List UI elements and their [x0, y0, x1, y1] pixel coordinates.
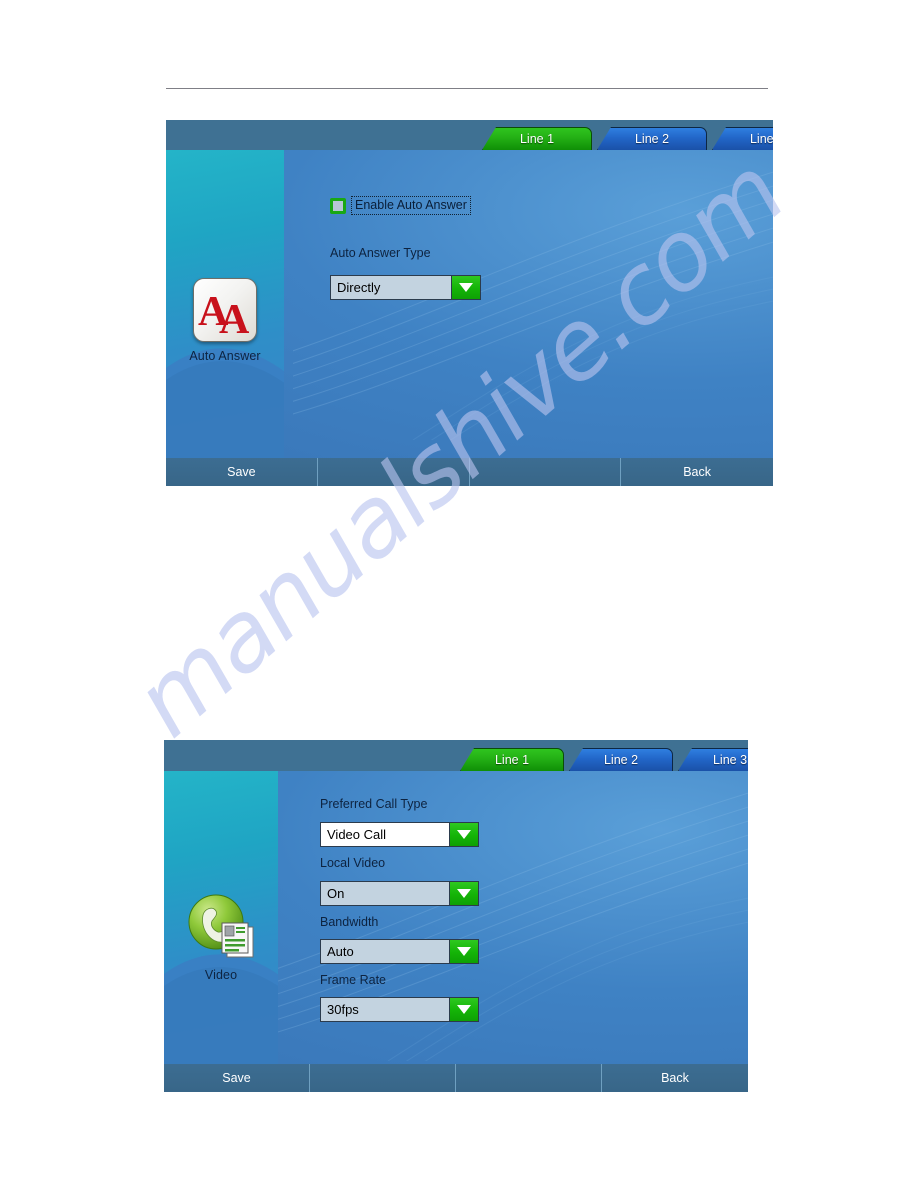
auto-answer-type-label: Auto Answer Type: [330, 246, 431, 260]
tab-notch: [597, 127, 609, 150]
tab-notch: [569, 748, 581, 771]
tab-label: Line 3: [749, 132, 773, 146]
local-video-label: Local Video: [320, 856, 386, 870]
tab-notch: [460, 748, 472, 771]
tab-bar: Line 1 Line 2 Line 3 Line 4: [166, 120, 773, 150]
frame-rate-value: 30fps: [327, 1002, 359, 1017]
screen-body: A A Auto Answer Enable Auto Answer Auto …: [166, 150, 773, 458]
tab-label: Line 1: [494, 753, 530, 767]
auto-answer-screen: Line 1 Line 2 Line 3 Line 4: [166, 120, 773, 486]
enable-auto-answer-label: Enable Auto Answer: [351, 196, 471, 215]
auto-answer-icon: A A: [193, 278, 257, 342]
chevron-down-icon: [457, 1005, 471, 1014]
rail-item-video[interactable]: Video: [164, 889, 278, 982]
dropdown-toggle-button[interactable]: [449, 940, 478, 963]
tab-label: Line 2: [603, 753, 639, 767]
softkey-bar: Save Back: [164, 1064, 748, 1092]
tab-line-1[interactable]: Line 1: [460, 748, 564, 771]
chevron-down-icon: [457, 830, 471, 839]
enable-auto-answer-checkbox[interactable]: [330, 197, 346, 214]
tab-line-2[interactable]: Line 2: [597, 127, 707, 150]
preferred-call-type-label: Preferred Call Type: [320, 797, 428, 811]
preferred-call-type-value: Video Call: [327, 827, 387, 842]
softkey-save[interactable]: Save: [164, 1064, 310, 1092]
rail-item-auto-answer[interactable]: A A Auto Answer: [166, 278, 284, 363]
tab-bar: Line 1 Line 2 Line 3 Line 4: [164, 740, 748, 771]
left-icon-rail: Video: [164, 771, 278, 1064]
screen-body: Video Preferred Call Type Video Call Loc…: [164, 771, 748, 1064]
video-screen: Line 1 Line 2 Line 3 Line 4: [164, 740, 748, 1092]
dropdown-toggle-button[interactable]: [449, 998, 478, 1021]
softkey-empty-2[interactable]: [456, 1064, 602, 1092]
auto-answer-form: Enable Auto Answer Auto Answer Type Dire…: [284, 150, 773, 458]
bandwidth-label: Bandwidth: [320, 915, 379, 929]
bandwidth-dropdown[interactable]: Auto: [320, 939, 479, 964]
tab-notch: [712, 127, 724, 150]
softkey-back[interactable]: Back: [621, 458, 773, 486]
tab-label: Line 3: [712, 753, 748, 767]
chevron-down-icon: [459, 283, 473, 292]
local-video-value: On: [327, 886, 345, 901]
tab-line-2[interactable]: Line 2: [569, 748, 673, 771]
softkey-empty-1[interactable]: [318, 458, 470, 486]
tab-notch: [482, 127, 494, 150]
frame-rate-label: Frame Rate: [320, 973, 386, 987]
bandwidth-value: Auto: [327, 944, 354, 959]
video-form: Preferred Call Type Video Call Local Vid…: [278, 771, 748, 1064]
video-phone-icon: [185, 889, 257, 961]
frame-rate-dropdown[interactable]: 30fps: [320, 997, 479, 1022]
auto-answer-type-value: Directly: [337, 280, 381, 295]
preferred-call-type-dropdown[interactable]: Video Call: [320, 822, 479, 847]
local-video-dropdown[interactable]: On: [320, 881, 479, 906]
rail-item-label: Auto Answer: [189, 349, 261, 363]
svg-text:A: A: [219, 297, 250, 341]
tab-notch: [678, 748, 690, 771]
tab-label: Line 2: [634, 132, 670, 146]
page-header-rule: [166, 88, 768, 89]
chevron-down-icon: [457, 947, 471, 956]
line-tabs: Line 1 Line 2 Line 3 Line 4: [482, 127, 773, 150]
tab-label: Line 1: [519, 132, 555, 146]
left-icon-rail: A A Auto Answer: [166, 150, 284, 458]
softkey-save[interactable]: Save: [166, 458, 318, 486]
dropdown-toggle-button[interactable]: [451, 276, 480, 299]
dropdown-toggle-button[interactable]: [449, 882, 478, 905]
line-tabs: Line 1 Line 2 Line 3 Line 4: [460, 748, 748, 771]
enable-auto-answer-row[interactable]: Enable Auto Answer: [330, 196, 471, 215]
auto-answer-type-dropdown[interactable]: Directly: [330, 275, 481, 300]
tab-line-1[interactable]: Line 1: [482, 127, 592, 150]
softkey-back[interactable]: Back: [602, 1064, 748, 1092]
chevron-down-icon: [457, 889, 471, 898]
dropdown-toggle-button[interactable]: [449, 823, 478, 846]
rail-item-label: Video: [204, 968, 238, 982]
tab-line-3[interactable]: Line 3: [678, 748, 748, 771]
softkey-empty-1[interactable]: [310, 1064, 456, 1092]
softkey-empty-2[interactable]: [470, 458, 622, 486]
softkey-bar: Save Back: [166, 458, 773, 486]
tab-line-3[interactable]: Line 3: [712, 127, 773, 150]
